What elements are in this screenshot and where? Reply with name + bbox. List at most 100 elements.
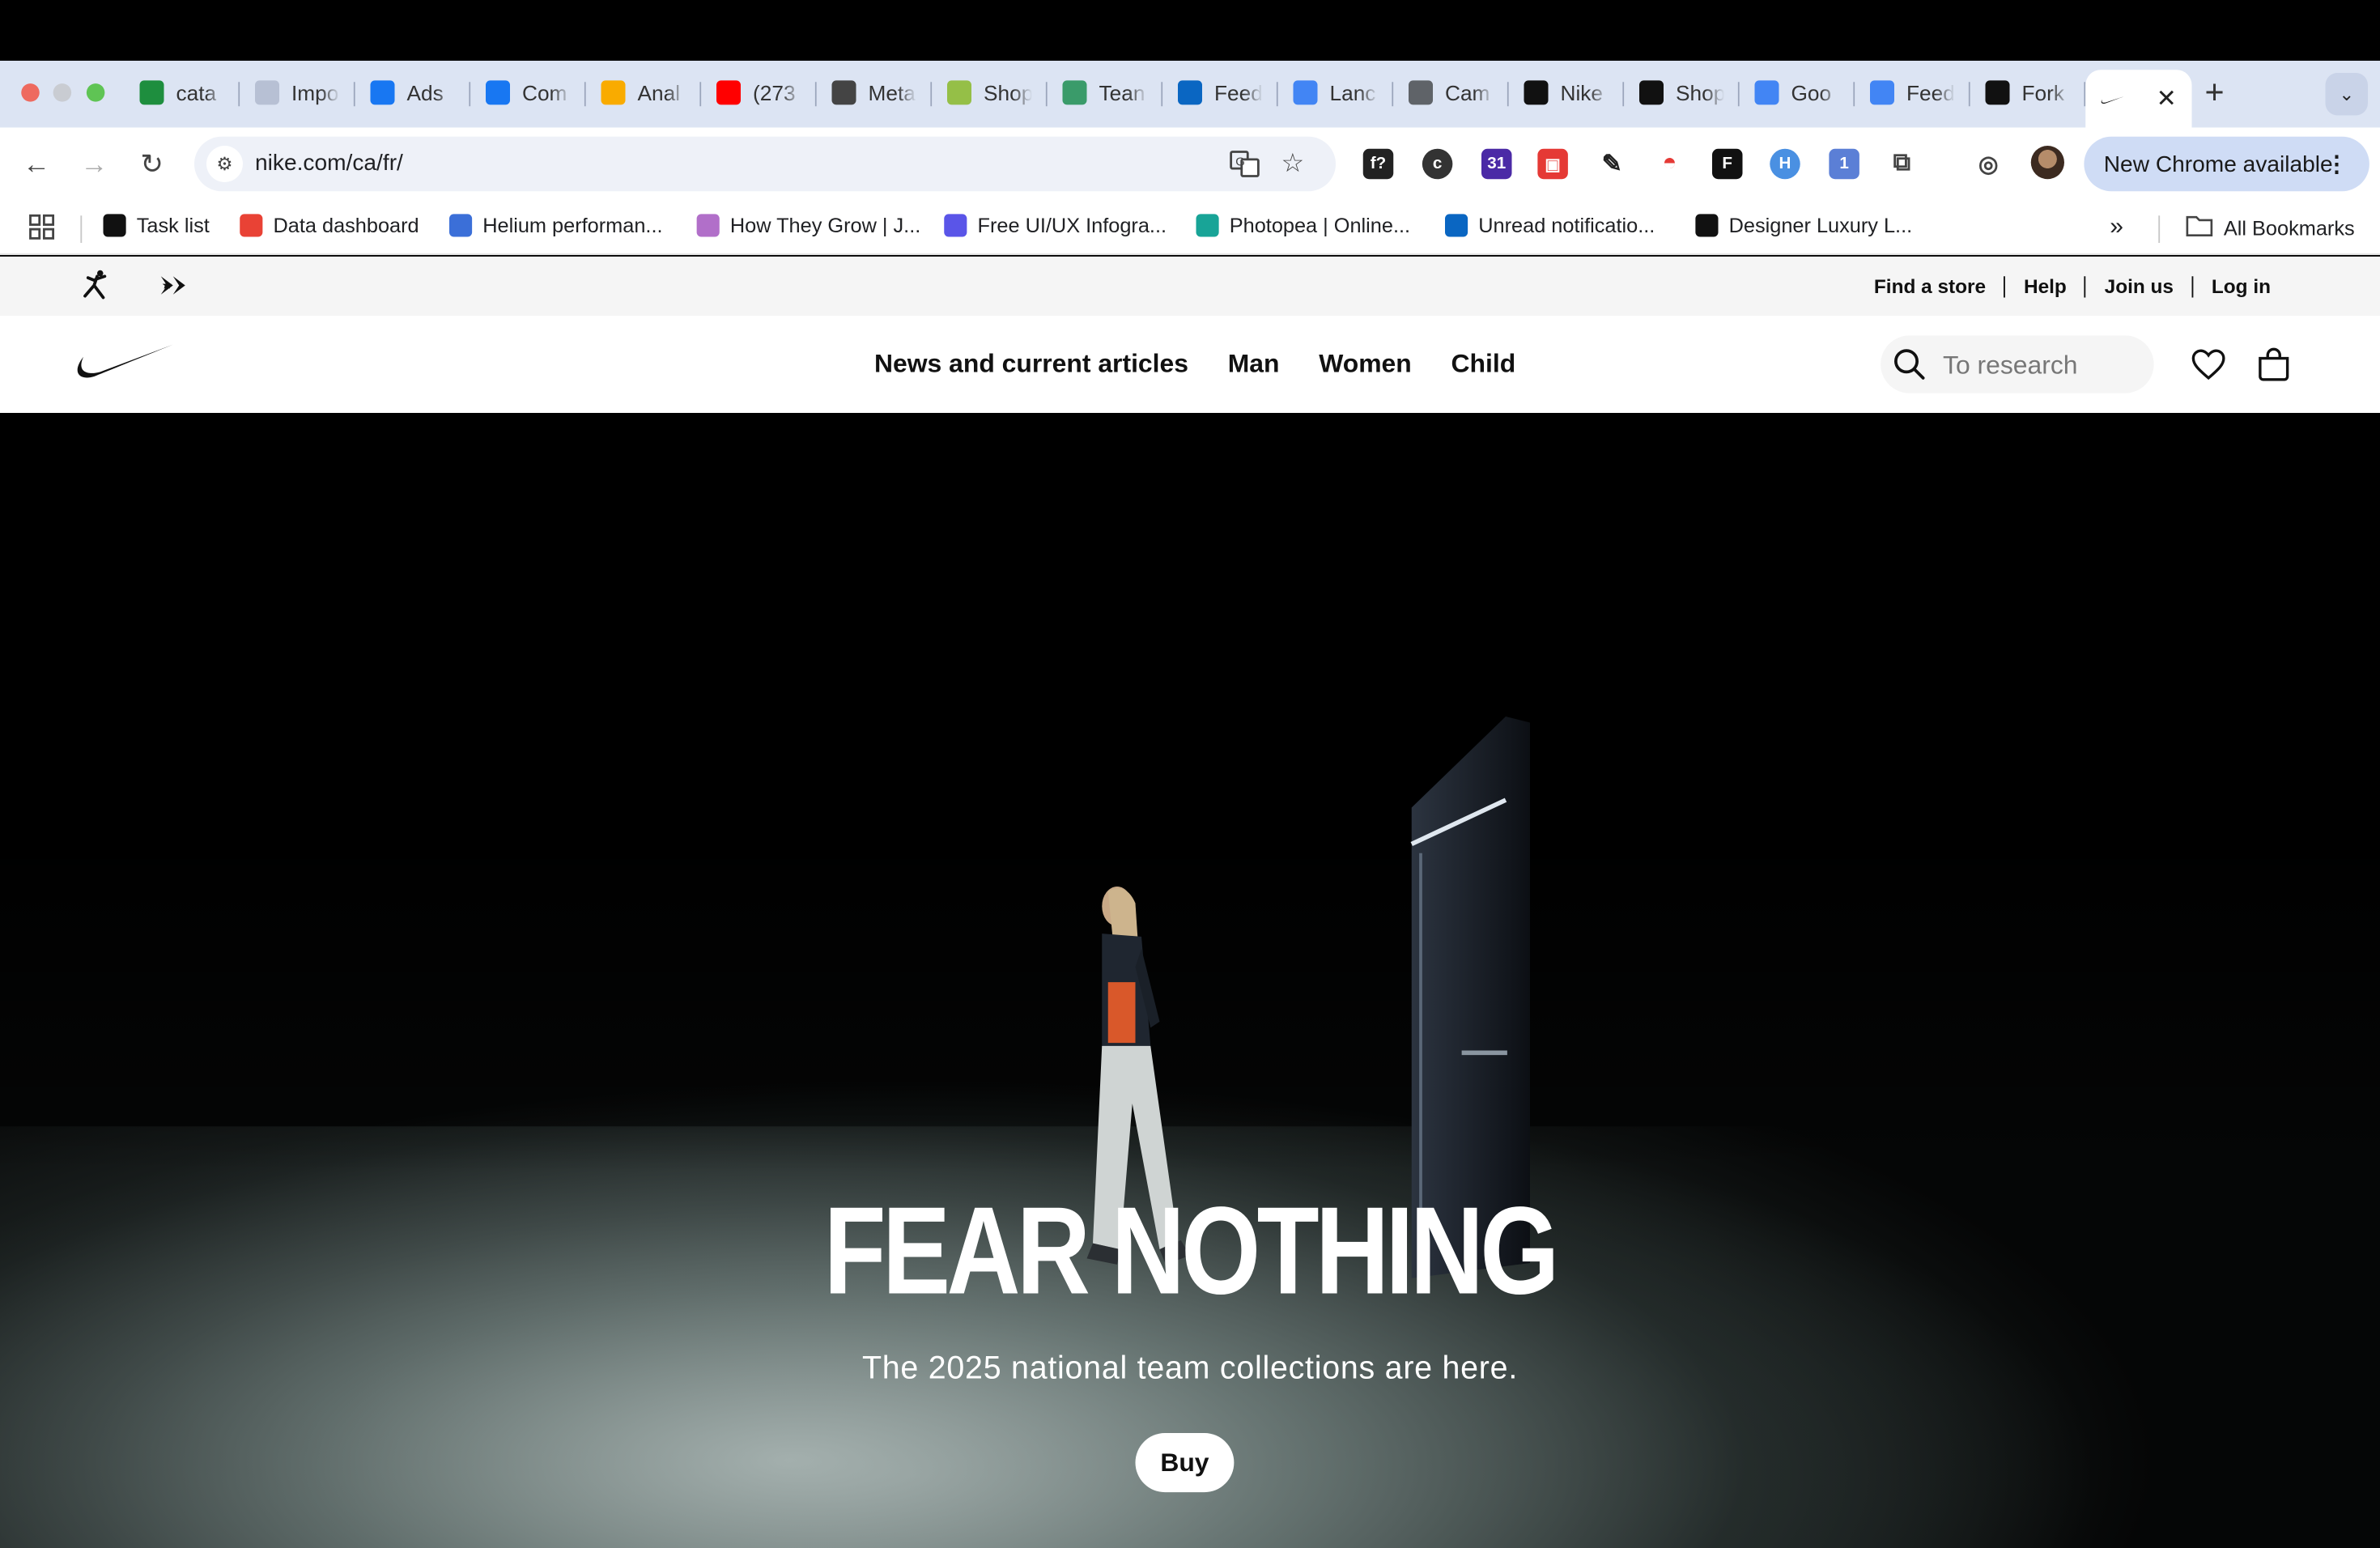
search-field[interactable]: To research xyxy=(1881,335,2154,393)
tab-8[interactable]: Tean xyxy=(1048,70,1163,115)
more-bookmarks-icon[interactable]: » xyxy=(2110,214,2123,241)
nav-item-2[interactable]: Women xyxy=(1319,349,1412,380)
all-bookmarks-button[interactable]: All Bookmarks xyxy=(2186,214,2355,241)
linkedin-icon xyxy=(1445,214,1468,237)
utility-link-help[interactable]: Help xyxy=(2005,274,2085,297)
hero-title: FEAR NOTHING xyxy=(823,1182,1560,1321)
converse-icon[interactable] xyxy=(158,270,191,308)
tab-9[interactable]: Feed xyxy=(1162,70,1278,115)
tab-15[interactable]: Feed xyxy=(1855,70,1970,115)
tab-title: Lanc xyxy=(1329,80,1376,105)
bookmark-item[interactable]: Data dashboard xyxy=(240,214,419,237)
url-text[interactable]: nike.com/ca/fr/ xyxy=(255,151,403,176)
extension-eyedropper-icon[interactable]: ✎ xyxy=(1596,148,1627,180)
tab-search-button[interactable]: ⌄ xyxy=(2325,73,2368,116)
extension-css-icon[interactable]: c xyxy=(1422,148,1453,180)
chevron-down-icon: ⌄ xyxy=(2339,83,2355,105)
import-icon xyxy=(255,80,279,105)
utility-link-log-in[interactable]: Log in xyxy=(2193,274,2289,297)
folder-icon xyxy=(2186,214,2213,241)
extension-pokeball-icon[interactable]: ◓ xyxy=(1654,148,1685,180)
tab-0[interactable]: cata xyxy=(125,70,240,115)
bookmark-item[interactable]: How They Grow | J... xyxy=(696,214,920,237)
uiux-icon xyxy=(944,214,967,237)
tab-12[interactable]: Nike xyxy=(1509,70,1625,115)
hero-banner: FEAR NOTHING The 2025 national team coll… xyxy=(0,413,2380,1548)
bookmark-item[interactable]: Photopea | Online... xyxy=(1196,214,1410,237)
bookmark-star-icon[interactable]: ☆ xyxy=(1281,149,1305,180)
search-placeholder[interactable]: To research xyxy=(1943,351,2078,381)
nav-item-0[interactable]: News and current articles xyxy=(874,349,1188,380)
bookmark-item[interactable]: Free UI/UX Infogra... xyxy=(944,214,1167,237)
notion-icon xyxy=(103,214,126,237)
new-tab-button[interactable]: + xyxy=(2198,75,2231,109)
translate-icon[interactable]: G xyxy=(1230,149,1260,187)
arrow-left-icon: ← xyxy=(23,148,50,180)
extension-font-icon[interactable]: f? xyxy=(1362,148,1394,180)
tab-14[interactable]: Goo xyxy=(1740,70,1855,115)
extension-framer-icon[interactable]: F xyxy=(1712,148,1743,180)
tab-3[interactable]: Com xyxy=(470,70,586,115)
tab-active-nike[interactable]: ✕ xyxy=(2085,70,2192,128)
forward-button[interactable]: → xyxy=(76,146,113,182)
tab-10[interactable]: Lanc xyxy=(1278,70,1394,115)
jordan-jumpman-icon[interactable] xyxy=(80,269,113,310)
globe-icon xyxy=(1409,80,1433,105)
tab-11[interactable]: Cam xyxy=(1393,70,1509,115)
nike-logo-icon[interactable] xyxy=(76,343,173,390)
tab-2[interactable]: Ads xyxy=(355,70,471,115)
chrome-update-button[interactable]: New Chrome available ⋮ xyxy=(2084,136,2369,192)
bookmark-item[interactable]: Designer Luxury L... xyxy=(1695,214,1912,237)
extension-code-icon[interactable]: 1 xyxy=(1829,148,1859,180)
nav-item-1[interactable]: Man xyxy=(1228,349,1280,380)
tab-title: Cam xyxy=(1445,80,1490,105)
docs-icon xyxy=(1870,80,1894,105)
tab-7[interactable]: Shop xyxy=(932,70,1048,115)
apps-grid-icon[interactable] xyxy=(29,214,55,240)
tab-4[interactable]: Anal xyxy=(586,70,702,115)
tab-title: Com xyxy=(522,80,567,105)
profile-avatar[interactable] xyxy=(2030,146,2064,180)
bookmark-item[interactable]: Helium performan... xyxy=(449,214,663,237)
extension-calendar-icon[interactable]: 31 xyxy=(1481,148,1512,180)
utility-link-find-a-store[interactable]: Find a store xyxy=(1855,274,2004,297)
meta-icon xyxy=(486,80,510,105)
shopping-bag-icon[interactable] xyxy=(2255,347,2292,383)
shopify-icon xyxy=(947,80,971,105)
nike-utility-bar: Find a store Help Join us Log in xyxy=(0,256,2380,316)
su-icon xyxy=(1639,80,1664,105)
extension-cube-icon[interactable]: ▣ xyxy=(1537,148,1568,180)
extension-helium-icon[interactable]: H xyxy=(1770,148,1800,180)
browser-tab-bar: cata Impo Ads Com Anal (273 Meta Shop Tean Feed La… xyxy=(0,61,2380,128)
bookmark-item[interactable]: Unread notificatio... xyxy=(1445,214,1655,237)
close-tab-icon[interactable]: ✕ xyxy=(2157,83,2177,114)
tab-title: Feed xyxy=(1906,80,1955,105)
tab-1[interactable]: Impo xyxy=(240,70,355,115)
bookmark-label: Unread notificatio... xyxy=(1478,214,1655,237)
primary-nav: News and current articles Man Women Child xyxy=(874,349,1515,380)
tab-title: Ads xyxy=(406,80,444,105)
tab-13[interactable]: Shop xyxy=(1624,70,1740,115)
reload-button[interactable]: ↻ xyxy=(134,146,170,182)
address-bar[interactable]: ⚙ nike.com/ca/fr/ G ☆ xyxy=(194,136,1336,192)
tab-16[interactable]: Fork xyxy=(1970,70,2086,115)
maximize-window-button[interactable] xyxy=(86,83,105,102)
minimize-window-button[interactable] xyxy=(53,83,72,102)
docs-icon xyxy=(1293,80,1318,105)
favorites-heart-icon[interactable] xyxy=(2191,347,2227,383)
more-menu-icon[interactable]: ⋮ xyxy=(2326,151,2348,178)
site-info-icon[interactable]: ⚙ xyxy=(206,146,243,182)
tab-strip: cata Impo Ads Com Anal (273 Meta Shop Tean Feed La… xyxy=(125,70,2192,128)
update-label: New Chrome available xyxy=(2103,151,2333,177)
tab-5[interactable]: (273 xyxy=(701,70,817,115)
performance-icon[interactable]: ◎ xyxy=(1973,148,2004,180)
close-window-button[interactable] xyxy=(21,83,40,102)
nav-item-3[interactable]: Child xyxy=(1451,349,1516,380)
tab-title: Meta xyxy=(868,80,916,105)
buy-button[interactable]: Buy xyxy=(1135,1433,1235,1493)
tab-6[interactable]: Meta xyxy=(817,70,933,115)
bookmark-item[interactable]: Task list xyxy=(103,214,210,237)
utility-link-join-us[interactable]: Join us xyxy=(2086,274,2191,297)
back-button[interactable]: ← xyxy=(19,146,55,182)
extensions-puzzle-icon[interactable]: ⧉ xyxy=(1886,148,1918,180)
